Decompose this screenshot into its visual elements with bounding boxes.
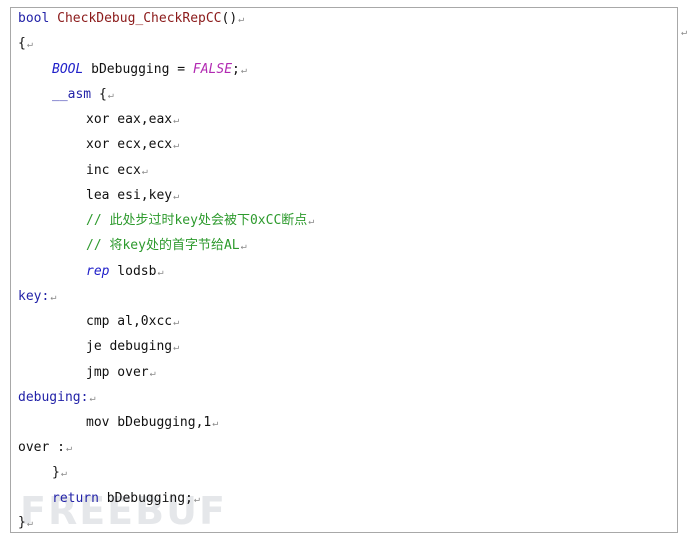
code-text: xor ecx,ecx (86, 137, 173, 152)
paragraph-mark: ↵ (141, 166, 148, 177)
code-line-10: // 将key处的首字节给AL↵ (86, 238, 247, 255)
code-text: je debuging (86, 339, 173, 354)
code-text: mov bDebugging,1 (86, 415, 212, 430)
code-line-1: bool CheckDebug_CheckRepCC()↵ (18, 11, 244, 28)
paragraph-mark: ↵ (149, 368, 156, 379)
code-comment: // 此处步过时key处会被下0xCC断点 (86, 213, 308, 228)
paragraph-mark: ↵ (173, 115, 180, 126)
code-line-4: __asm {↵ (52, 87, 114, 104)
code-line-12: key:↵ (18, 289, 56, 306)
code-keyword: return (52, 491, 99, 506)
paragraph-mark: ↵ (240, 241, 247, 252)
code-line-6: xor ecx,ecx↵ (86, 137, 179, 154)
function-name: CheckDebug_CheckRepCC (57, 11, 222, 26)
paragraph-mark: ↵ (65, 443, 72, 454)
paragraph-mark: ↵ (173, 191, 180, 202)
code-keyword: rep (86, 264, 110, 279)
code-line-5: xor eax,eax↵ (86, 112, 179, 129)
paragraph-mark: ↵ (238, 14, 245, 25)
code-text: } (18, 515, 26, 530)
paragraph-mark: ↵ (212, 418, 219, 429)
code-line-3: BOOL bDebugging = FALSE;↵ (52, 62, 247, 79)
paragraph-mark: ↵ (193, 494, 200, 505)
code-constant: FALSE (192, 62, 233, 77)
paragraph-mark: ↵ (26, 518, 33, 529)
code-label: debuging: (18, 390, 89, 405)
code-line-19: }↵ (52, 465, 67, 482)
paragraph-mark: ↵ (308, 216, 315, 227)
paragraph-mark: ↵ (173, 317, 180, 328)
code-line-11: rep lodsb↵ (86, 264, 163, 281)
code-line-15: jmp over↵ (86, 365, 156, 382)
code-text: lodsb (109, 264, 157, 279)
code-comment: // 将key处的首字节给AL (86, 238, 240, 253)
code-line-18: over :↵ (18, 440, 72, 457)
code-line-9: // 此处步过时key处会被下0xCC断点↵ (86, 213, 314, 230)
code-line-17: mov bDebugging,1↵ (86, 415, 218, 432)
code-text: bDebugging; (98, 491, 193, 506)
code-text: xor eax,eax (86, 112, 173, 127)
paragraph-mark: ↵ (173, 342, 180, 353)
paragraph-mark: ↵ (50, 292, 57, 303)
code-text: () (221, 11, 238, 26)
code-line-8: lea esi,key↵ (86, 188, 179, 205)
paragraph-mark: ↵ (173, 140, 180, 151)
code-text: { (91, 87, 107, 102)
code-line-14: je debuging↵ (86, 339, 179, 356)
code-text: } (52, 465, 60, 480)
code-label: over : (18, 440, 65, 455)
code-line-7: inc ecx↵ (86, 163, 148, 180)
code-line-20: return bDebugging;↵ (52, 491, 200, 508)
code-text: inc ecx (86, 163, 141, 178)
code-text: jmp over (86, 365, 149, 380)
code-label: key: (18, 289, 50, 304)
code-text: ; (232, 62, 240, 77)
document-page: ↵ bool CheckDebug_CheckRepCC()↵ {↵ BOOL … (0, 0, 690, 544)
code-text: cmp al,0xcc (86, 314, 173, 329)
code-text: { (18, 36, 26, 51)
paragraph-mark-outside: ↵ (681, 27, 688, 38)
paragraph-mark: ↵ (157, 267, 164, 278)
code-keyword: bool (18, 11, 50, 26)
paragraph-mark: ↵ (89, 393, 96, 404)
code-line-2: {↵ (18, 36, 33, 53)
paragraph-mark: ↵ (107, 90, 114, 101)
code-keyword: __asm (52, 87, 92, 102)
code-line-21: }↵ (18, 515, 33, 532)
code-text: bDebugging = (83, 62, 193, 77)
code-line-13: cmp al,0xcc↵ (86, 314, 179, 331)
paragraph-mark: ↵ (26, 39, 33, 50)
code-text: lea esi,key (86, 188, 173, 203)
paragraph-mark: ↵ (240, 65, 247, 76)
code-type: BOOL (52, 62, 84, 77)
code-line-16: debuging:↵ (18, 390, 95, 407)
paragraph-mark: ↵ (60, 468, 67, 479)
